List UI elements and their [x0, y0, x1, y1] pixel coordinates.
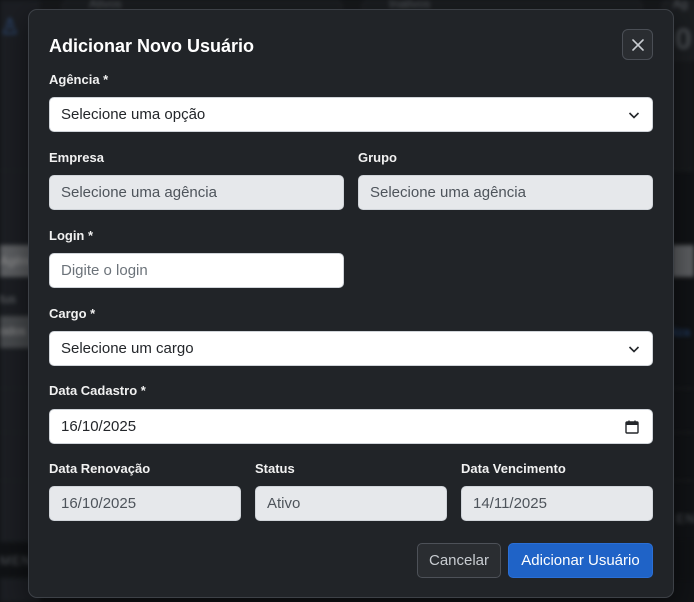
data-renovacao-label: Data Renovação [49, 461, 151, 476]
close-button[interactable] [622, 29, 653, 60]
status-value: Ativo [267, 495, 301, 512]
chevron-down-icon [628, 346, 640, 353]
agencia-label: Agência * [49, 72, 109, 87]
grupo-label: Grupo [358, 150, 397, 165]
add-user-modal: Adicionar Novo Usuário Agência * Selecio… [28, 9, 674, 598]
data-cadastro-input[interactable]: 16/10/2025 [49, 409, 653, 444]
close-icon [631, 38, 644, 51]
status-input[interactable]: Ativo [255, 486, 447, 521]
cancel-button[interactable]: Cancelar [417, 543, 501, 578]
data-renovacao-value: 16/10/2025 [61, 495, 137, 512]
cargo-label: Cargo * [49, 306, 96, 321]
agencia-select[interactable]: Selecione uma opção [49, 97, 653, 132]
login-label: Login * [49, 228, 94, 243]
data-cadastro-label: Data Cadastro * [49, 383, 146, 398]
calendar-icon[interactable] [625, 420, 639, 434]
grupo-select[interactable]: Selecione uma agência [358, 175, 653, 210]
modal-title: Adicionar Novo Usuário [49, 36, 255, 56]
status-label: Status [255, 461, 295, 476]
data-vencimento-label: Data Vencimento [461, 461, 566, 476]
cargo-select-value: Selecione um cargo [61, 340, 194, 357]
data-vencimento-input[interactable]: 14/11/2025 [461, 486, 653, 521]
chevron-down-icon [628, 112, 640, 119]
empresa-select[interactable]: Selecione uma agência [49, 175, 344, 210]
empresa-select-value: Selecione uma agência [61, 184, 217, 201]
data-renovacao-input[interactable]: 16/10/2025 [49, 486, 241, 521]
agencia-select-value: Selecione uma opção [61, 106, 206, 123]
login-placeholder: Digite o login [61, 262, 148, 279]
data-cadastro-value: 16/10/2025 [61, 418, 137, 435]
grupo-select-value: Selecione uma agência [370, 184, 526, 201]
add-user-button[interactable]: Adicionar Usuário [508, 543, 653, 578]
cargo-select[interactable]: Selecione um cargo [49, 331, 653, 366]
login-input[interactable]: Digite o login [49, 253, 344, 288]
data-vencimento-value: 14/11/2025 [473, 495, 547, 512]
empresa-label: Empresa [49, 150, 104, 165]
